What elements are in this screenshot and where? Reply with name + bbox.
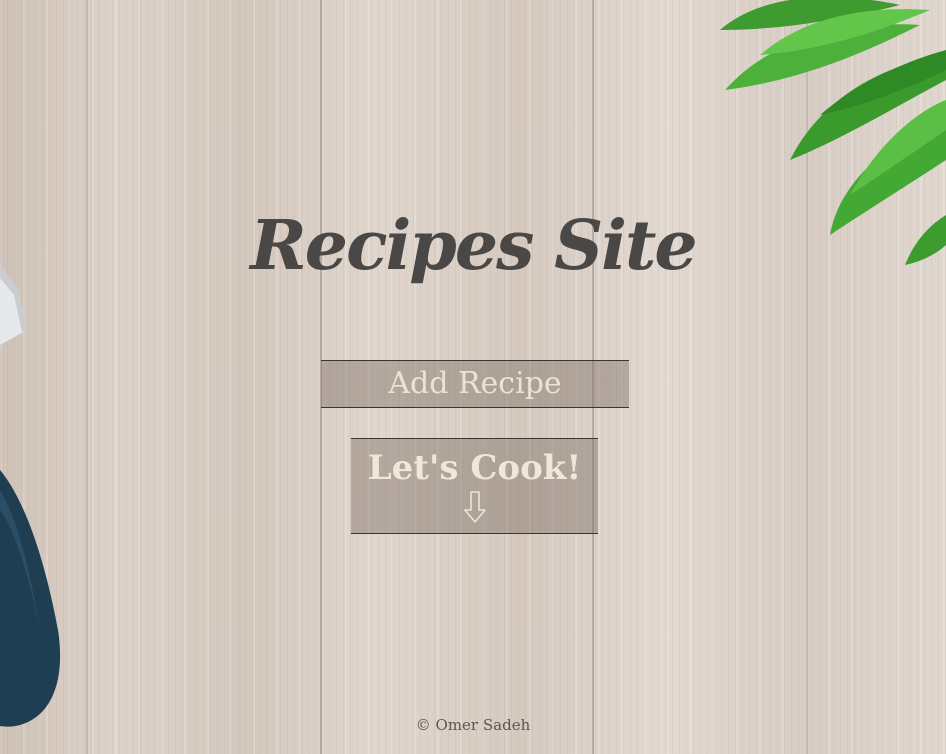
add-recipe-button[interactable]: Add Recipe bbox=[321, 360, 629, 408]
lets-cook-label: Let's Cook! bbox=[367, 448, 582, 488]
wood-plank-seam bbox=[86, 0, 88, 754]
footer-copyright: © Omer Sadeh bbox=[415, 716, 531, 734]
down-arrow-icon bbox=[463, 491, 486, 523]
site-title: Recipes Site bbox=[250, 206, 697, 286]
lets-cook-button[interactable]: Let's Cook! bbox=[351, 438, 598, 534]
wood-plank-seam bbox=[806, 0, 808, 754]
knife-decoration bbox=[0, 265, 61, 727]
